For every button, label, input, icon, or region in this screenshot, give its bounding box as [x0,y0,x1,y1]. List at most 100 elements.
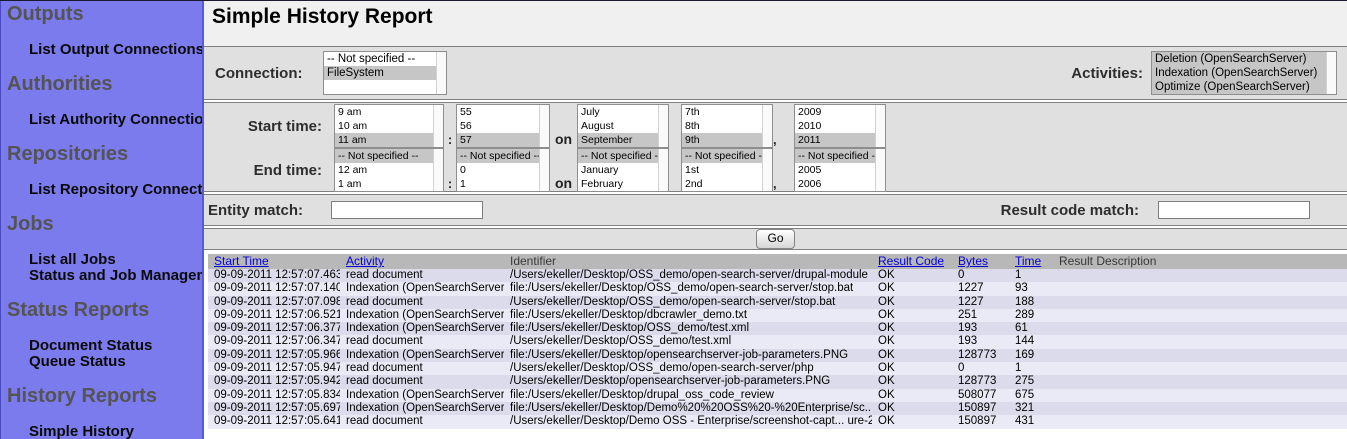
connection-listbox-options: -- Not specified --FileSystem [324,52,436,94]
end-time-hour-listbox[interactable]: -- Not specified --12 am1 am [334,148,444,192]
activities-listbox[interactable]: Deletion (OpenSearchServer)Indexation (O… [1151,51,1337,95]
entity-match-input[interactable] [331,201,483,219]
cell-result-description [1053,269,1347,282]
start-time-year-listbox[interactable]: 200920102011 [794,104,886,148]
end-time-day-listbox[interactable]: -- Not specified --1st2nd [681,148,773,192]
cell-bytes: 193 [952,335,1009,348]
option-not-specified[interactable]: -- Not specified -- [578,149,658,163]
column-header-result-code[interactable]: Result Code [872,254,952,269]
end-time-month-listbox-scrollbar[interactable] [658,149,668,191]
option-filesystem[interactable]: FileSystem [324,66,436,80]
start-time-minute-listbox[interactable]: 555657 [456,104,550,148]
option-11-am[interactable]: 11 am [335,133,433,147]
sidebar-heading-repositories: Repositories [7,143,202,166]
option-2011[interactable]: 2011 [795,133,875,147]
option-not-specified[interactable]: -- Not specified -- [335,149,433,163]
start-time-hour-listbox[interactable]: 9 am10 am11 am [334,104,444,148]
option-2006[interactable]: 2006 [795,177,875,191]
sidebar-item-list-repository-connections[interactable]: List Repository Connections [29,182,202,198]
option-not-specified[interactable]: -- Not specified -- [682,149,762,163]
option-10-am[interactable]: 10 am [335,119,433,133]
option-1[interactable]: 1 [457,177,539,191]
column-header-link-bytes[interactable]: Bytes [958,254,988,268]
cell-activity: read document [340,362,504,375]
end-time-day-listbox-scrollbar[interactable] [762,149,772,191]
column-header-activity[interactable]: Activity [340,254,504,269]
result-code-match-input[interactable] [1158,201,1310,219]
start-time-day-listbox[interactable]: 7th8th9th [681,104,773,148]
option-not-specified[interactable]: -- Not specified -- [457,149,539,163]
cell-identifier: file:/Users/ekeller/Desktop/OSS_demo/tes… [504,322,872,335]
sidebar-item-queue-status[interactable]: Queue Status [29,354,202,370]
start-time-hour-listbox-scrollbar[interactable] [433,105,443,147]
option-1st[interactable]: 1st [682,163,762,177]
column-header-link-start-time[interactable]: Start Time [214,254,269,268]
column-header-link-activity[interactable]: Activity [346,254,384,268]
option-7th[interactable]: 7th [682,105,762,119]
option-9-am[interactable]: 9 am [335,105,433,119]
sidebar-item-status-and-job-management[interactable]: Status and Job Management [29,268,202,284]
start-time-month-listbox[interactable]: JulyAugustSeptember [577,104,669,148]
table-row: 09-09-2011 12:57:05.697Indexation (OpenS… [208,402,1347,415]
start-time-year-listbox-scrollbar[interactable] [875,105,885,147]
cell-bytes: 251 [952,309,1009,322]
start-time-day-listbox-options: 7th8th9th [682,105,762,147]
cell-result-code: OK [872,402,952,415]
option-january[interactable]: January [578,163,658,177]
option-august[interactable]: August [578,119,658,133]
cell-result-code: OK [872,282,952,295]
start-time-minute-listbox-scrollbar[interactable] [539,105,549,147]
end-time-minute-listbox[interactable]: -- Not specified --01 [456,148,550,192]
table-row: 09-09-2011 12:57:05.966Indexation (OpenS… [208,349,1347,362]
column-header-link-time[interactable]: Time [1015,254,1041,268]
column-header-start-time[interactable]: Start Time [208,254,340,269]
option-2nd[interactable]: 2nd [682,177,762,191]
cell-result-description [1053,349,1347,362]
sidebar-item-list-authority-connections[interactable]: List Authority Connections [29,112,202,128]
history-table-wrap: Start TimeActivityIdentifierResult CodeB… [208,254,1347,439]
start-time-month-listbox-scrollbar[interactable] [658,105,668,147]
option-57[interactable]: 57 [457,133,539,147]
option-2010[interactable]: 2010 [795,119,875,133]
column-header-link-result-code[interactable]: Result Code [878,254,944,268]
option-2009[interactable]: 2009 [795,105,875,119]
option-8th[interactable]: 8th [682,119,762,133]
end-time-minute-listbox-scrollbar[interactable] [539,149,549,191]
end-time-year-listbox[interactable]: -- Not specified --20052006 [794,148,886,192]
option-55[interactable]: 55 [457,105,539,119]
activities-listbox-scrollbar[interactable] [1326,52,1336,94]
option-1-am[interactable]: 1 am [335,177,433,191]
option-12-am[interactable]: 12 am [335,163,433,177]
option-not-specified[interactable]: -- Not specified -- [324,52,436,66]
sidebar-item-list-all-jobs[interactable]: List all Jobs [29,252,202,268]
option-deletion-opensearchserver[interactable]: Deletion (OpenSearchServer) [1152,52,1326,66]
option-february[interactable]: February [578,177,658,191]
sidebar-item-list-output-connections[interactable]: List Output Connections [29,42,202,58]
cell-bytes: 1227 [952,296,1009,309]
column-header-bytes[interactable]: Bytes [952,254,1009,269]
cell-identifier: /Users/ekeller/Desktop/OSS_demo/test.xml [504,335,872,348]
option-56[interactable]: 56 [457,119,539,133]
end-time-year-listbox-scrollbar[interactable] [875,149,885,191]
cell-activity: Indexation (OpenSearchServer) [340,349,504,362]
option-2005[interactable]: 2005 [795,163,875,177]
option-optimize-opensearchserver[interactable]: Optimize (OpenSearchServer) [1152,80,1326,94]
sidebar-item-document-status[interactable]: Document Status [29,338,202,354]
option-july[interactable]: July [578,105,658,119]
go-button[interactable]: Go [756,229,794,249]
cell-start-time: 09-09-2011 12:57:05.641 [208,415,340,428]
option-indexation-opensearchserver[interactable]: Indexation (OpenSearchServer) [1152,66,1326,80]
sidebar-item-simple-history[interactable]: Simple History [29,424,202,439]
end-time-month-listbox[interactable]: -- Not specified --JanuaryFebruary [577,148,669,192]
sidebar-heading-history-reports: History Reports [7,385,202,408]
option-0[interactable]: 0 [457,163,539,177]
connection-listbox-scrollbar[interactable] [436,52,446,94]
end-time-hour-listbox-scrollbar[interactable] [433,149,443,191]
option-not-specified[interactable]: -- Not specified -- [795,149,875,163]
start-time-day-listbox-scrollbar[interactable] [762,105,772,147]
column-header-time[interactable]: Time [1009,254,1053,269]
option-september[interactable]: September [578,133,658,147]
option-9th[interactable]: 9th [682,133,762,147]
connection-listbox[interactable]: -- Not specified --FileSystem [323,51,447,95]
cell-identifier: /Users/ekeller/Desktop/OSS_demo/open-sea… [504,269,872,282]
